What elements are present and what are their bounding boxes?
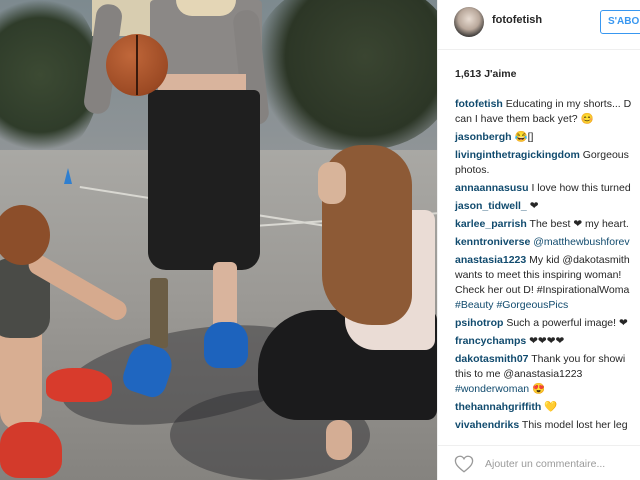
standing-woman-hair xyxy=(176,0,236,16)
comment-username[interactable]: vivahendriks xyxy=(455,419,519,431)
trees xyxy=(255,0,437,150)
comment-text[interactable]: @matthewbushforev xyxy=(530,236,629,248)
comment-text: wants to meet this inspiring woman! xyxy=(455,269,622,281)
red-sneaker xyxy=(46,368,112,402)
comment-username[interactable]: anastasia1223 xyxy=(455,254,526,266)
post-header: fotofetish S'ABO xyxy=(438,0,640,50)
comment-username[interactable]: annaannasusu xyxy=(455,182,529,194)
kneeling-woman-face xyxy=(318,162,346,204)
comment-hashtags[interactable]: #wonderwoman 😍 xyxy=(455,382,640,397)
prosthetic-leg xyxy=(150,278,168,348)
comment-username[interactable]: psihotrop xyxy=(455,317,503,329)
comment: psihotrop Such a powerful image! ❤ xyxy=(455,316,640,331)
blue-sneaker xyxy=(204,322,248,368)
comment-username[interactable]: dakotasmith07 xyxy=(455,353,529,365)
kneeling-woman-hand xyxy=(326,420,352,460)
comment: dakotasmith07 Thank you for showi this t… xyxy=(455,352,640,397)
avatar[interactable] xyxy=(454,7,484,37)
comment: livinginthetragickingdom Gorgeous photos… xyxy=(455,148,640,178)
comment-text: Thank you for showi xyxy=(528,353,626,365)
comment-text: Check her out D! #InspirationalWoma xyxy=(455,284,630,296)
add-comment-bar: Ajouter un commentaire... xyxy=(438,445,640,480)
comment-text: The best ❤ my heart. xyxy=(526,218,629,230)
comment-text: Educating in my shorts... D xyxy=(502,98,632,110)
comment-text: can I have them back yet? 😊 xyxy=(455,113,594,125)
comment-text: My kid @dakotasmith xyxy=(526,254,630,266)
follow-button[interactable]: S'ABO xyxy=(600,10,640,34)
comment-username[interactable]: francychamps xyxy=(455,335,526,347)
comment: annaannasusu I love how this turned xyxy=(455,181,640,196)
post-sidebar: fotofetish S'ABO 1,613 J'aime fotofetish… xyxy=(437,0,640,480)
comment: karlee_parrish The best ❤ my heart. xyxy=(455,217,640,232)
comment: jason_tidwell_ ❤ xyxy=(455,199,640,214)
add-comment-input[interactable]: Ajouter un commentaire... xyxy=(485,458,605,470)
comment-text: ❤ xyxy=(526,200,539,212)
standing-woman-shorts xyxy=(148,90,260,270)
comment-text: 💛 xyxy=(541,401,558,413)
basketball-seam xyxy=(136,35,138,95)
comment: fotofetish Educating in my shorts... D c… xyxy=(455,97,640,127)
comment: jasonbergh 😂[] xyxy=(455,130,640,145)
comment-username[interactable]: thehannahgriffith xyxy=(455,401,541,413)
comment-username[interactable]: jason_tidwell_ xyxy=(455,200,527,212)
comment-text: 😂[] xyxy=(511,131,534,143)
post-author-username[interactable]: fotofetish xyxy=(492,14,542,26)
comment: francychamps ❤❤❤❤ xyxy=(455,334,640,349)
comment-text: I love how this turned xyxy=(528,182,631,194)
standing-woman-leg xyxy=(213,262,237,330)
heart-icon[interactable] xyxy=(454,455,474,473)
comment: thehannahgriffith 💛 xyxy=(455,400,640,415)
comment: kenntroniverse @matthewbushforev xyxy=(455,235,640,250)
comment-username[interactable]: livinginthetragickingdom xyxy=(455,149,580,161)
trees xyxy=(0,0,100,160)
comment-text: Gorgeous xyxy=(579,149,629,161)
comment: anastasia1223 My kid @dakotasmith wants … xyxy=(455,253,640,313)
comment: vivahendriks This model lost her leg xyxy=(455,418,640,433)
comment-text: this to me @anastasia1223 xyxy=(455,368,583,380)
likes-count[interactable]: 1,613 J'aime xyxy=(455,68,516,80)
comment-text: This model lost her leg xyxy=(519,419,628,431)
comment-username[interactable]: kenntroniverse xyxy=(455,236,530,248)
comment-username[interactable]: karlee_parrish xyxy=(455,218,527,230)
comment-username[interactable]: fotofetish xyxy=(455,98,503,110)
comment-username[interactable]: jasonbergh xyxy=(455,131,512,143)
comment-text: ❤❤❤❤ xyxy=(526,335,565,347)
comment-text: Such a powerful image! ❤ xyxy=(503,317,628,329)
comment-hashtags[interactable]: #Beauty #GorgeousPics xyxy=(455,298,640,313)
post-photo[interactable] xyxy=(0,0,437,480)
comments-list: fotofetish Educating in my shorts... D c… xyxy=(455,97,640,436)
red-sneaker xyxy=(0,422,62,478)
comment-text: photos. xyxy=(455,164,490,176)
